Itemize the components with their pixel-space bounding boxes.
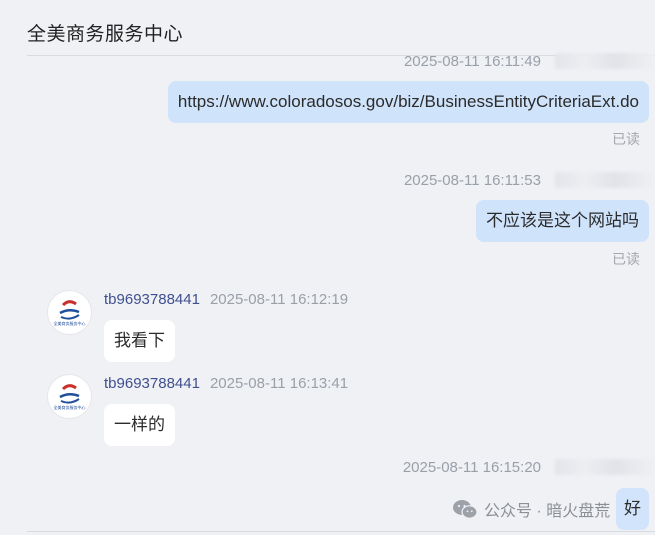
incoming-message-bubble[interactable]: 我看下 [104, 320, 175, 362]
company-logo-icon: 全美商务服务中心 [48, 291, 91, 334]
blurred-sender-name [555, 459, 655, 475]
input-divider [27, 531, 655, 532]
message-meta: 2025-08-11 16:11:49 [404, 51, 655, 71]
message-meta: tb9693788441 2025-08-11 16:12:19 [104, 289, 348, 309]
blurred-sender-name [555, 53, 655, 69]
outgoing-message-bubble[interactable]: 好 [616, 488, 649, 530]
incoming-message-bubble[interactable]: 一样的 [104, 404, 175, 446]
blurred-sender-name [555, 172, 655, 188]
read-status: 已读 [612, 131, 640, 147]
message-meta: 2025-08-11 16:11:53 [404, 170, 655, 190]
chat-header: 全美商务服务中心 [0, 0, 655, 56]
read-status: 已读 [612, 251, 640, 267]
avatar-label: 全美商务服务中心 [54, 404, 86, 410]
watermark: 公众号 · 暗火盘荒 [452, 497, 610, 521]
chat-title: 全美商务服务中心 [27, 24, 184, 45]
sender-name[interactable]: tb9693788441 [104, 375, 200, 392]
message-time: 2025-08-11 16:15:20 [402, 458, 541, 476]
message-time: 2025-08-11 16:12:19 [209, 290, 349, 308]
avatar-label: 全美商务服务中心 [54, 320, 86, 326]
message-meta: 2025-08-11 16:15:20 [403, 457, 655, 477]
message-time: 2025-08-11 16:11:53 [403, 171, 541, 189]
avatar[interactable]: 全美商务服务中心 [47, 374, 92, 419]
watermark-text: 公众号 · 暗火盘荒 [484, 503, 611, 520]
message-time: 2025-08-11 16:13:41 [209, 374, 349, 392]
outgoing-message-bubble[interactable]: https://www.coloradosos.gov/biz/Business… [167, 81, 649, 123]
message-time: 2025-08-11 16:11:49 [403, 52, 541, 70]
avatar[interactable]: 全美商务服务中心 [47, 290, 92, 335]
sender-name[interactable]: tb9693788441 [104, 291, 200, 308]
wechat-icon [453, 500, 478, 519]
company-logo-icon: 全美商务服务中心 [48, 375, 91, 418]
message-meta: tb9693788441 2025-08-11 16:13:41 [104, 373, 348, 393]
outgoing-message-bubble[interactable]: 不应该是这个网站吗 [476, 200, 649, 242]
